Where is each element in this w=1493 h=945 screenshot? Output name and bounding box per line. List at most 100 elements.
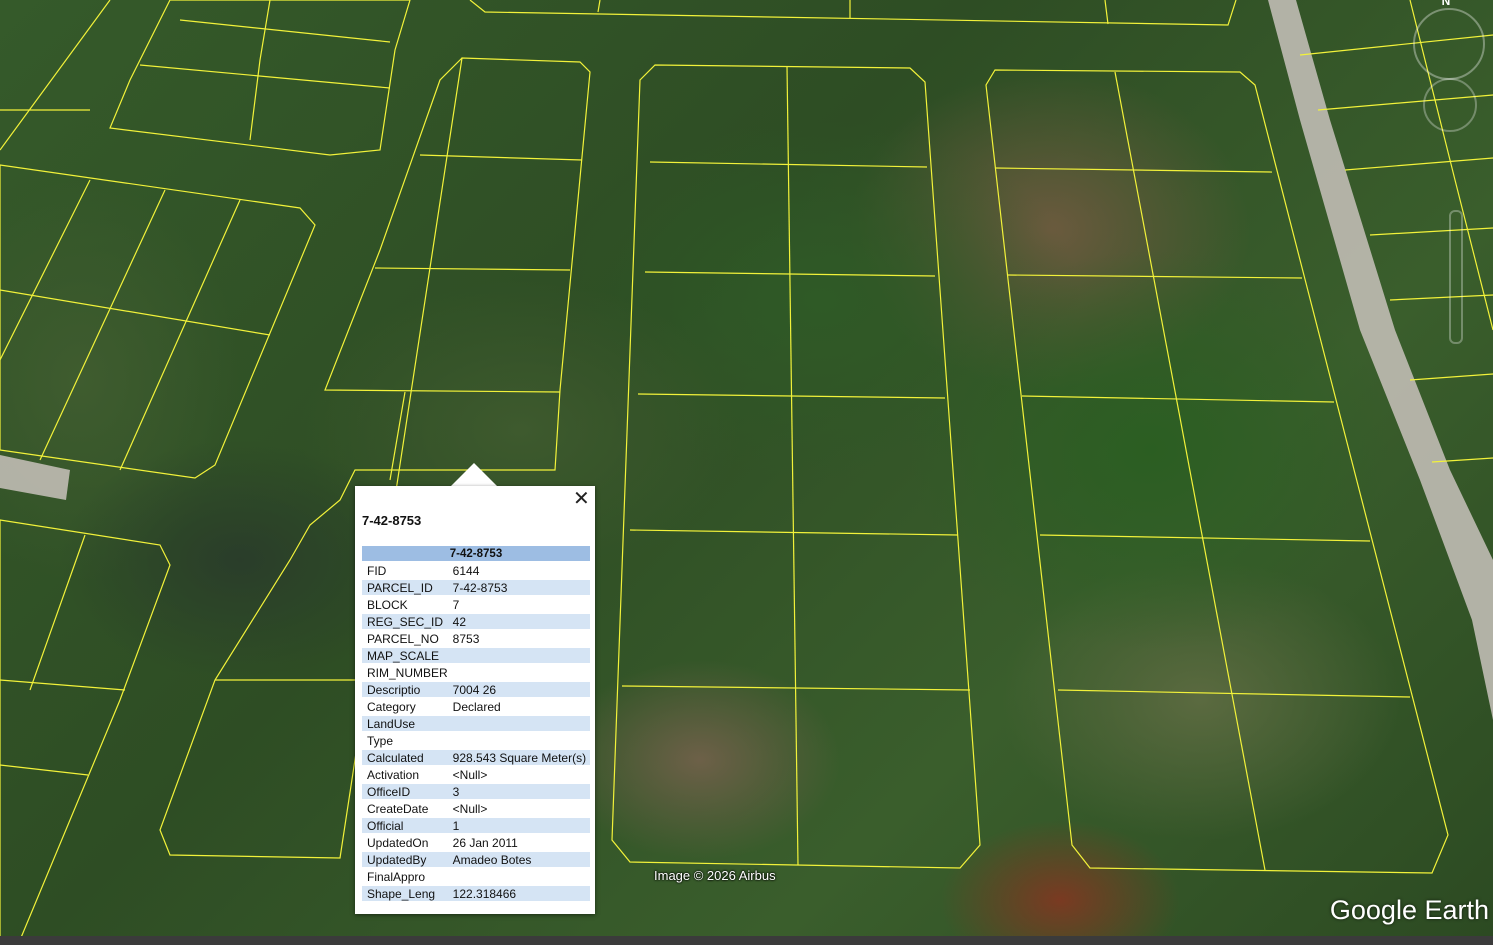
attribute-name: Category: [367, 699, 416, 714]
parcel-boundary: [29, 534, 86, 691]
parcel-boundary: [1007, 274, 1303, 279]
table-row: BLOCK 7: [362, 597, 590, 612]
attribute-name: PARCEL_NO: [367, 631, 439, 646]
parcel-boundary: [1021, 395, 1335, 403]
attribute-name: MAP_SCALE: [362, 648, 448, 663]
attribute-name: REG_SEC_ID: [362, 614, 448, 629]
attribute-name: BLOCK: [367, 597, 408, 612]
look-ring[interactable]: [1413, 8, 1485, 80]
parcel-info-popup: ✕ 7-42-8753 7-42-8753 FID 6144 PARCEL_ID 7-…: [355, 486, 595, 914]
attribute-value: Amadeo Botes: [447, 852, 590, 867]
attribute-value: 1: [447, 818, 590, 833]
attribute-name: UpdatedBy: [362, 852, 448, 867]
parcel-boundary: [0, 519, 171, 941]
navigation-compass[interactable]: N: [1409, 0, 1487, 150]
parcel-boundary: [1104, 0, 1109, 25]
parcel-boundary: [389, 391, 406, 481]
table-row: MAP_SCALE: [362, 648, 590, 663]
table-header: 7-42-8753: [362, 546, 590, 561]
parcel-boundary: [1409, 373, 1493, 381]
attribute-table: 7-42-8753 FID 6144 PARCEL_ID 7-42-8753 BLOCK…: [362, 544, 590, 903]
attribute-value: 7004 26: [447, 682, 590, 697]
table-row: FID 6144: [362, 563, 590, 578]
table-row: LandUse: [362, 716, 590, 731]
table-row: UpdatedBy Amadeo Botes: [362, 852, 590, 867]
attribute-name: Shape_Leng: [362, 886, 448, 901]
table-row: RIM_NUMBER: [362, 665, 590, 680]
attribute-name: Type: [367, 733, 394, 748]
parcel-boundary: [985, 69, 1449, 874]
attribute-name: FinalAppro: [367, 869, 426, 884]
parcel-boundary: [0, 289, 271, 336]
attribute-value: [447, 648, 590, 663]
north-indicator[interactable]: N: [1435, 0, 1457, 10]
parcel-boundary: [139, 64, 391, 89]
table-row: Calculated 928.543 Square Meter(s): [362, 750, 590, 765]
attribute-name: Activation: [367, 767, 420, 782]
parcel-boundary: [1039, 534, 1371, 542]
parcel-boundary: [0, 0, 111, 151]
table-row: Activation <Null>: [362, 767, 590, 782]
table-row: Shape_Leng 122.318466: [362, 886, 590, 901]
parcel-boundary: [0, 179, 91, 361]
table-row: PARCEL_NO 8753: [362, 631, 590, 646]
popup-pointer: [450, 463, 498, 487]
parcel-boundary: [0, 764, 89, 776]
parcel-boundary: [109, 0, 411, 156]
parcel-boundary: [0, 679, 126, 691]
table-row: Official 1: [362, 818, 590, 833]
attribute-value: <Null>: [452, 767, 488, 782]
attribute-value: 8753: [452, 631, 480, 646]
attribute-value: 42: [447, 614, 590, 629]
parcel-boundary: [786, 65, 799, 866]
attribute-value: 928.543 Square Meter(s): [447, 750, 590, 765]
parcel-boundary: [179, 19, 391, 43]
attribute-name: Descriptio: [362, 682, 448, 697]
parcel-boundary: [249, 0, 271, 141]
parcel-boundary: [324, 57, 561, 393]
parcel-boundary: [374, 267, 571, 271]
attribute-value: 122.318466: [447, 886, 590, 901]
table-row: Descriptio 7004 26: [362, 682, 590, 697]
attribute-value: [448, 665, 590, 680]
google-earth-logo: Google Earth: [1329, 895, 1489, 925]
parcel-boundary: [469, 0, 1237, 26]
attribute-value: [448, 869, 590, 884]
attribute-name: PARCEL_ID: [362, 580, 448, 595]
move-ring[interactable]: [1423, 78, 1477, 132]
status-bar: [0, 936, 1493, 945]
table-row: FinalAppro: [362, 869, 590, 884]
satellite-map[interactable]: [0, 0, 1493, 945]
popup-title: 7-42-8753: [362, 513, 422, 528]
attribute-value: Declared: [452, 699, 501, 714]
parcel-boundary: [1369, 227, 1493, 236]
table-row: OfficeID 3: [362, 784, 590, 799]
table-row: UpdatedOn 26 Jan 2011: [362, 835, 590, 850]
parcel-overlay: [0, 0, 1493, 941]
attribute-name: Calculated: [362, 750, 448, 765]
parcel-boundary: [119, 199, 241, 471]
attribute-rows: FID 6144 PARCEL_ID 7-42-8753 BLOCK 7 REG_SEC_I…: [362, 563, 590, 901]
attribute-value: 6144: [452, 563, 480, 578]
parcel-boundary: [419, 154, 583, 161]
attribute-value: 26 Jan 2011: [452, 835, 518, 850]
parcel-boundary: [597, 0, 601, 13]
table-row: PARCEL_ID 7-42-8753: [362, 580, 590, 595]
attribute-name: OfficeID: [362, 784, 448, 799]
parcel-boundary: [1057, 689, 1411, 698]
parcel-boundary: [1344, 157, 1493, 171]
attribute-name: UpdatedOn: [367, 835, 429, 850]
parcel-boundary: [1114, 71, 1266, 871]
attribute-value: 3: [447, 784, 590, 799]
table-row: REG_SEC_ID 42: [362, 614, 590, 629]
close-icon[interactable]: ✕: [573, 489, 590, 509]
imagery-attribution: Image © 2026 Airbus: [654, 868, 776, 883]
parcel-boundary: [39, 189, 166, 461]
dirt-track: [0, 455, 70, 500]
zoom-slider[interactable]: [1449, 210, 1463, 344]
attribute-value: [448, 733, 590, 748]
attribute-value: 7: [452, 597, 460, 612]
attribute-name: RIM_NUMBER: [367, 665, 448, 680]
attribute-name: FID: [367, 563, 387, 578]
parcel-boundary: [1389, 294, 1493, 301]
